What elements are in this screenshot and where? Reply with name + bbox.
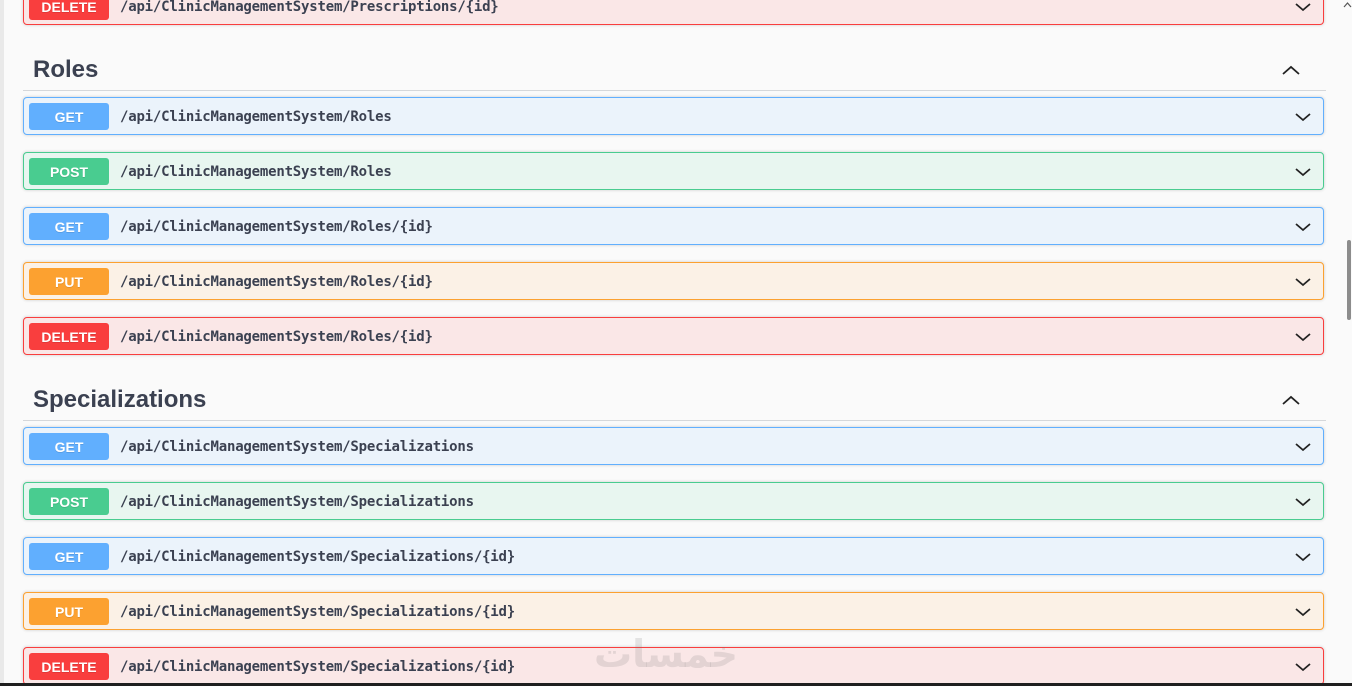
method-badge-get: GET — [29, 433, 109, 460]
operation-path: /api/ClinicManagementSystem/Roles/{id} — [120, 329, 433, 345]
method-badge-put: PUT — [29, 598, 109, 625]
method-badge-put: PUT — [29, 268, 109, 295]
operation-delete-role[interactable]: DELETE /api/ClinicManagementSystem/Roles… — [23, 317, 1324, 355]
operation-put-specialization[interactable]: PUT /api/ClinicManagementSystem/Speciali… — [23, 592, 1324, 630]
chevron-down-icon[interactable] — [1293, 0, 1313, 17]
page-left-edge — [0, 0, 4, 686]
chevron-down-icon[interactable] — [1293, 657, 1313, 677]
operation-post-specializations[interactable]: POST /api/ClinicManagementSystem/Special… — [23, 482, 1324, 520]
operation-path: /api/ClinicManagementSystem/Roles/{id} — [120, 219, 433, 235]
operation-path: /api/ClinicManagementSystem/Specializati… — [120, 604, 515, 620]
operation-delete-prescriptions[interactable]: DELETE /api/ClinicManagementSystem/Presc… — [23, 0, 1324, 25]
method-badge-get: GET — [29, 103, 109, 130]
chevron-down-icon[interactable] — [1293, 437, 1313, 457]
watermark-logo: خمسات — [594, 632, 738, 676]
method-badge-get: GET — [29, 213, 109, 240]
chevron-down-icon[interactable] — [1293, 217, 1313, 237]
scrollbar[interactable] — [1343, 0, 1352, 686]
method-badge-get: GET — [29, 543, 109, 570]
operation-path: /api/ClinicManagementSystem/Specializati… — [120, 494, 474, 510]
operation-path: /api/ClinicManagementSystem/Specializati… — [120, 439, 474, 455]
chevron-up-icon[interactable] — [1280, 390, 1302, 412]
method-badge-delete: DELETE — [29, 0, 109, 20]
method-badge-post: POST — [29, 158, 109, 185]
operation-path: /api/ClinicManagementSystem/Roles/{id} — [120, 274, 433, 290]
operation-path: /api/ClinicManagementSystem/Roles — [120, 164, 392, 180]
chevron-down-icon[interactable] — [1293, 602, 1313, 622]
chevron-down-icon[interactable] — [1293, 547, 1313, 567]
chevron-down-icon[interactable] — [1293, 107, 1313, 127]
scrollbar-thumb[interactable] — [1347, 240, 1351, 320]
chevron-down-icon[interactable] — [1293, 272, 1313, 292]
operation-path: /api/ClinicManagementSystem/Specializati… — [120, 549, 515, 565]
operation-get-specializations[interactable]: GET /api/ClinicManagementSystem/Speciali… — [23, 427, 1324, 465]
section-title: Specializations — [33, 386, 207, 413]
operation-get-roles[interactable]: GET /api/ClinicManagementSystem/Roles — [23, 97, 1324, 135]
scroll-up-arrow-icon[interactable] — [1343, 0, 1352, 10]
section-title: Roles — [33, 56, 99, 83]
swagger-page: DELETE /api/ClinicManagementSystem/Presc… — [0, 0, 1352, 686]
chevron-down-icon[interactable] — [1293, 162, 1313, 182]
operation-path: /api/ClinicManagementSystem/Prescription… — [120, 0, 499, 15]
operation-put-role[interactable]: PUT /api/ClinicManagementSystem/Roles/{i… — [23, 262, 1324, 300]
chevron-down-icon[interactable] — [1293, 327, 1313, 347]
operation-post-roles[interactable]: POST /api/ClinicManagementSystem/Roles — [23, 152, 1324, 190]
operation-get-specialization-by-id[interactable]: GET /api/ClinicManagementSystem/Speciali… — [23, 537, 1324, 575]
operation-path: /api/ClinicManagementSystem/Roles — [120, 109, 392, 125]
chevron-down-icon[interactable] — [1293, 492, 1313, 512]
method-badge-delete: DELETE — [29, 653, 109, 680]
method-badge-post: POST — [29, 488, 109, 515]
section-header-specializations[interactable]: Specializations — [23, 380, 1326, 421]
method-badge-delete: DELETE — [29, 323, 109, 350]
operation-path: /api/ClinicManagementSystem/Specializati… — [120, 659, 515, 675]
operation-get-role-by-id[interactable]: GET /api/ClinicManagementSystem/Roles/{i… — [23, 207, 1324, 245]
section-header-roles[interactable]: Roles — [23, 50, 1326, 91]
chevron-up-icon[interactable] — [1280, 60, 1302, 82]
